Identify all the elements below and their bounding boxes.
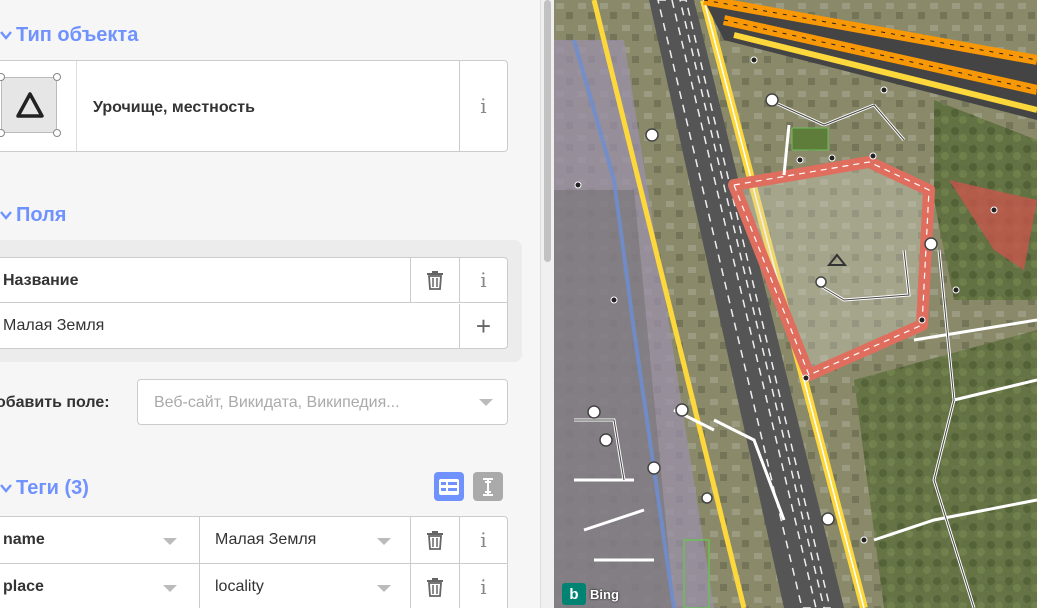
tags-section-title: Теги (3) — [16, 477, 89, 499]
name-field: Название i + — [0, 257, 508, 349]
preset-section-header[interactable]: Тип объекта — [0, 24, 138, 47]
preset-icon-container — [0, 61, 77, 151]
preset-area-icon — [1, 77, 57, 133]
tag-delete-button[interactable] — [410, 517, 459, 563]
sidebar-scrollbar[interactable] — [540, 0, 554, 608]
tag-info-button[interactable]: i — [459, 517, 507, 563]
list-view-button[interactable] — [434, 472, 464, 501]
inspector-sidebar: Тип объекта Урочище, местность i Поля На… — [0, 0, 540, 608]
tag-key[interactable]: place — [3, 578, 44, 596]
trash-icon — [427, 271, 443, 290]
chevron-down-icon — [479, 399, 493, 406]
chevron-down-icon[interactable] — [163, 585, 177, 592]
chevron-down-icon — [0, 28, 14, 43]
preset-section-title: Тип объекта — [16, 24, 139, 46]
name-field-info-button[interactable]: i — [459, 258, 507, 302]
tags-section-header[interactable]: Теги (3) — [0, 477, 89, 500]
preset-list-item[interactable]: Урочище, местность i — [0, 60, 508, 152]
info-icon: i — [480, 268, 487, 292]
add-field-placeholder: Веб-сайт, Викидата, Википедия... — [154, 394, 400, 411]
name-field-label-row: Название i — [0, 258, 507, 303]
trash-icon — [427, 531, 443, 550]
name-field-label: Название — [3, 272, 79, 289]
imagery-attribution[interactable]: b Bing — [562, 583, 619, 605]
tag-row: name Малая Земля i — [0, 517, 507, 563]
list-view-icon — [439, 478, 459, 495]
name-field-delete-button[interactable] — [410, 258, 459, 302]
add-field-label: обавить поле: — [0, 394, 110, 411]
tag-row: place locality i — [0, 563, 507, 608]
chevron-down-icon[interactable] — [377, 538, 391, 545]
chevron-down-icon — [0, 208, 14, 223]
tag-key[interactable]: name — [3, 531, 45, 549]
chevron-down-icon[interactable] — [163, 538, 177, 545]
add-field-combo[interactable]: Веб-сайт, Викидата, Википедия... — [137, 379, 508, 425]
fields-section-header[interactable]: Поля — [0, 204, 66, 227]
localized-name-add-button[interactable]: + — [459, 304, 507, 348]
tag-value[interactable]: locality — [215, 578, 264, 596]
tag-delete-button[interactable] — [410, 564, 459, 608]
name-field-input[interactable] — [0, 304, 459, 348]
bing-logo-icon: b — [562, 583, 586, 605]
preset-info-button[interactable]: i — [459, 61, 507, 151]
scrollbar-thumb[interactable] — [544, 0, 551, 262]
tag-view-toggle — [434, 472, 503, 501]
info-icon: i — [480, 528, 487, 552]
map-canvas[interactable] — [554, 0, 1037, 608]
fields-section-title: Поля — [16, 204, 67, 226]
info-icon: i — [480, 574, 487, 599]
chevron-down-icon — [0, 481, 14, 496]
preset-name: Урочище, местность — [93, 99, 255, 116]
tag-info-button[interactable]: i — [459, 564, 507, 608]
trash-icon — [427, 577, 443, 597]
info-icon: i — [480, 94, 487, 118]
chevron-down-icon[interactable] — [377, 585, 391, 592]
attribution-text: Bing — [590, 586, 619, 602]
text-view-button[interactable] — [473, 472, 503, 501]
plus-icon: + — [475, 310, 492, 341]
tag-value[interactable]: Малая Земля — [215, 531, 316, 549]
tags-table: name Малая Земля i place locality i — [0, 516, 508, 608]
map-view[interactable] — [554, 0, 1037, 608]
text-view-icon — [483, 477, 493, 496]
